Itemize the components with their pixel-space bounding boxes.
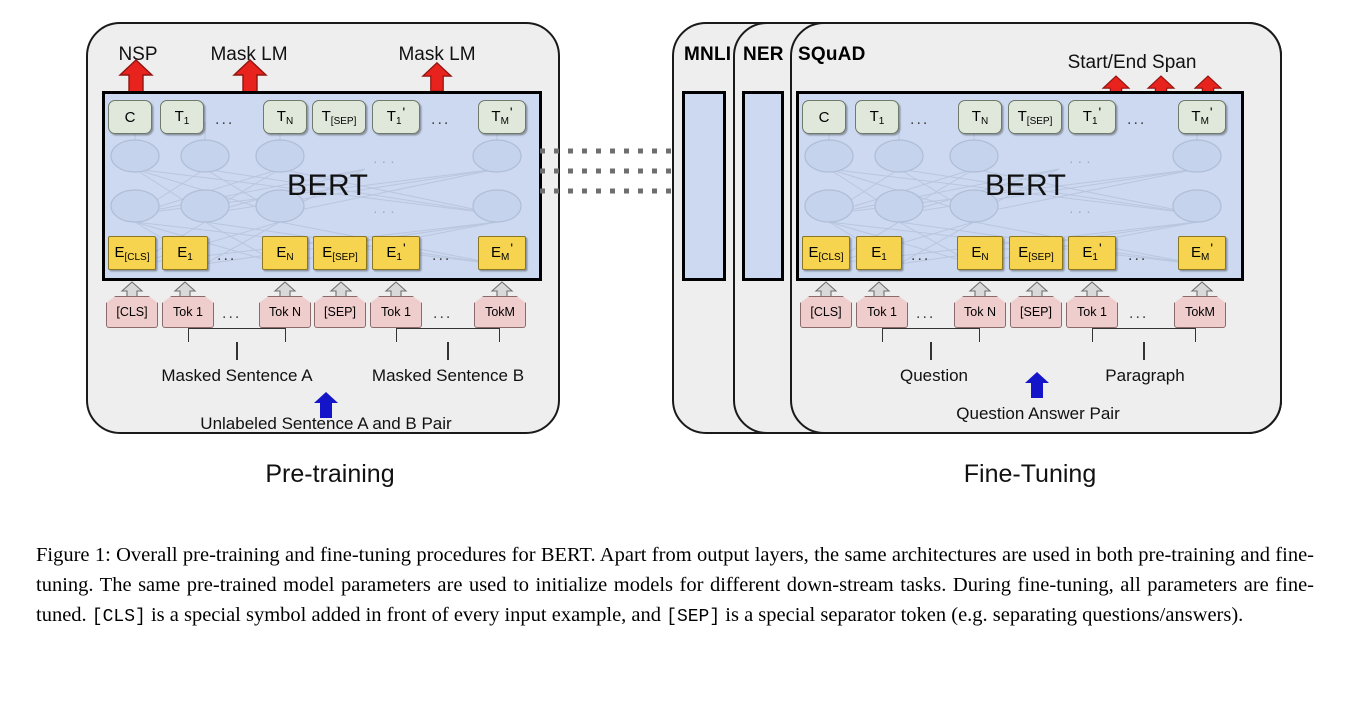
output-token-tsep-right: T[SEP] (1008, 100, 1062, 134)
output-token-t1p: T1' (372, 100, 420, 134)
embedding-emp-right: EM' (1178, 236, 1226, 270)
bracket-question (882, 328, 980, 342)
task-label-mnli[interactable]: MNLI (684, 44, 731, 66)
red-arrow-masklm-1 (232, 59, 268, 93)
output-ellipsis-right-2: ... (1127, 111, 1147, 128)
embedding-ecls-right: E[CLS] (802, 236, 850, 270)
caption-part-3: is a special separator token (e.g. separ… (720, 604, 1244, 626)
output-token-tn: TN (263, 100, 307, 134)
embedding-e1p: E1' (372, 236, 420, 270)
input-token-cls: [CLS] (106, 296, 158, 328)
unlabeled-sentence-pair-label: Unlabeled Sentence A and B Pair (200, 414, 452, 433)
input-ellipsis-right-2: ... (1129, 305, 1149, 322)
output-token-c: C (108, 100, 152, 134)
bracket-sentence-b (396, 328, 500, 342)
red-arrow-nsp (118, 59, 154, 93)
masked-sentence-a-label: Masked Sentence A (161, 366, 313, 385)
task-label-ner[interactable]: NER (743, 44, 784, 66)
pretraining-phase-label: Pre-training (265, 460, 395, 488)
input-ellipsis-right-1: ... (916, 305, 936, 322)
input-ellipsis-left-2: ... (433, 305, 453, 322)
caption-sep-token: [SEP] (666, 607, 721, 627)
embedding-ellipsis-left-2: ... (432, 247, 452, 264)
bert-encoder-ner (742, 91, 784, 281)
embedding-esep-right: E[SEP] (1009, 236, 1063, 270)
task-label-squad[interactable]: SQuAD (798, 44, 866, 66)
input-token-sep: [SEP] (314, 296, 366, 328)
embedding-ellipsis-left-1: ... (217, 247, 237, 264)
embedding-en: EN (262, 236, 308, 270)
embedding-ecls: E[CLS] (108, 236, 156, 270)
input-token-tok1-a: Tok 1 (162, 296, 214, 328)
bert-title-left: BERT (287, 169, 369, 202)
svg-text:· · ·: · · · (1069, 153, 1091, 169)
bracket-stem-b (447, 342, 449, 360)
output-ellipsis-left-1: ... (215, 111, 235, 128)
embedding-esep: E[SEP] (313, 236, 367, 270)
embedding-e1p-right: E1' (1068, 236, 1116, 270)
bracket-sentence-a (188, 328, 286, 342)
embedding-e1-right: E1 (856, 236, 902, 270)
input-ellipsis-left-1: ... (222, 305, 242, 322)
output-ellipsis-right-1: ... (910, 111, 930, 128)
bracket-paragraph (1092, 328, 1196, 342)
input-token-sep-right: [SEP] (1010, 296, 1062, 328)
embedding-ellipsis-right-2: ... (1128, 247, 1148, 264)
input-token-tok1-p: Tok 1 (1066, 296, 1118, 328)
question-label: Question (899, 366, 969, 385)
embedding-ellipsis-right-1: ... (911, 247, 931, 264)
blue-arrow-right (1025, 372, 1049, 398)
paragraph-label: Paragraph (1105, 366, 1185, 385)
bert-encoder-mnli (682, 91, 726, 281)
question-answer-pair-label: Question Answer Pair (956, 404, 1120, 423)
input-token-tok1-b: Tok 1 (370, 296, 422, 328)
svg-text:· · ·: · · · (373, 203, 395, 219)
start-end-span-label: Start/End Span (1067, 52, 1197, 73)
bracket-stem-paragraph (1143, 342, 1145, 360)
figure-diagram: NSP Mask LM Mask LM · · · · · · BERT C T… (0, 0, 1348, 520)
output-token-tsep: T[SEP] (312, 100, 366, 134)
embedding-emp: EM' (478, 236, 526, 270)
bracket-stem-question (930, 342, 932, 360)
output-token-c-right: C (802, 100, 846, 134)
output-token-t1: T1 (160, 100, 204, 134)
input-token-tokm-right: TokM (1174, 296, 1226, 328)
masked-sentence-b-label: Masked Sentence B (371, 366, 525, 385)
bert-title-right: BERT (985, 169, 1067, 202)
caption-part-2: is a special symbol added in front of ev… (145, 604, 667, 626)
input-token-tok1-q: Tok 1 (856, 296, 908, 328)
input-token-tokn: Tok N (259, 296, 311, 328)
svg-text:· · ·: · · · (1069, 203, 1091, 219)
finetuning-phase-label: Fine-Tuning (963, 460, 1097, 488)
bracket-stem-a (236, 342, 238, 360)
output-token-tn-right: TN (958, 100, 1002, 134)
input-token-cls-right: [CLS] (800, 296, 852, 328)
output-token-tmp: TM' (478, 100, 526, 134)
embedding-e1: E1 (162, 236, 208, 270)
svg-text:· · ·: · · · (373, 153, 395, 169)
input-token-tokn-right: Tok N (954, 296, 1006, 328)
input-token-tokm: TokM (474, 296, 526, 328)
output-token-t1p-right: T1' (1068, 100, 1116, 134)
embedding-en-right: EN (957, 236, 1003, 270)
figure-caption: Figure 1: Overall pre-training and fine-… (36, 540, 1314, 632)
output-ellipsis-left-2: ... (431, 111, 451, 128)
output-token-tmp-right: TM' (1178, 100, 1226, 134)
caption-cls-token: [CLS] (91, 607, 146, 627)
red-arrow-masklm-2 (421, 61, 453, 92)
output-token-label: C (124, 108, 136, 126)
output-token-t1-right: T1 (855, 100, 899, 134)
